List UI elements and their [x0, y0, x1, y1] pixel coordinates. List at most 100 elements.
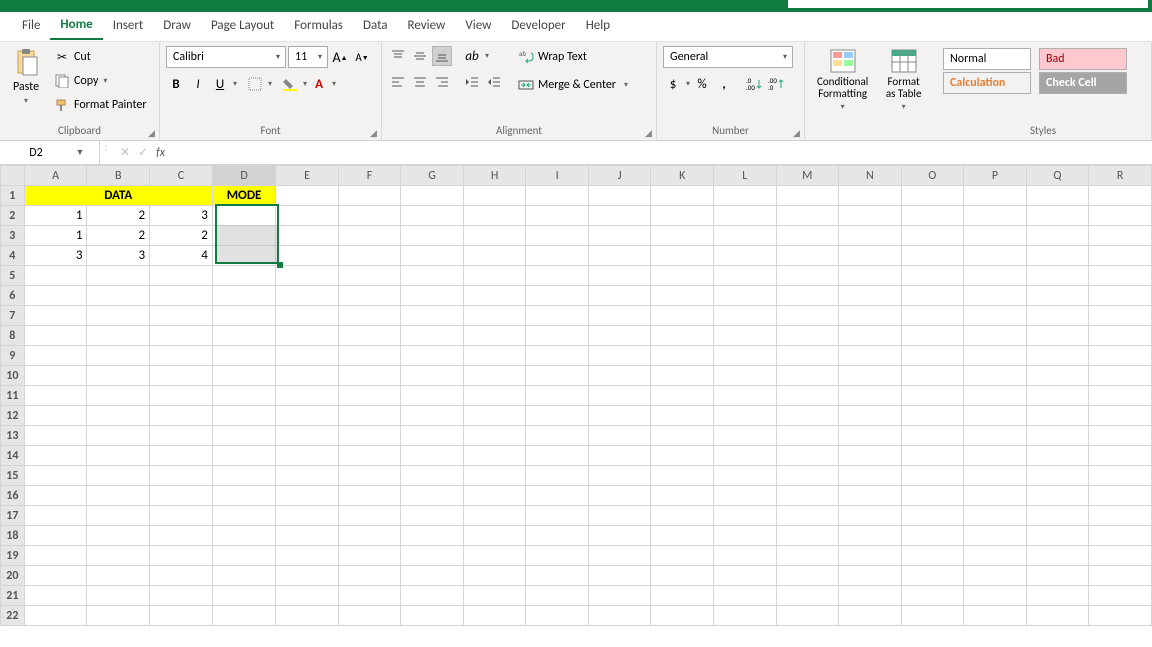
row-header-3[interactable]: 3: [1, 226, 25, 246]
cell-I10[interactable]: [526, 366, 589, 386]
col-header-C[interactable]: C: [150, 166, 213, 186]
accounting-button[interactable]: $: [663, 74, 683, 94]
cell-C12[interactable]: [150, 406, 213, 426]
name-box[interactable]: D2: [0, 146, 72, 160]
cell-D19[interactable]: [212, 546, 275, 566]
cell-C7[interactable]: [150, 306, 213, 326]
cell-O8[interactable]: [901, 326, 964, 346]
cell-N20[interactable]: [839, 566, 902, 586]
style-check-cell[interactable]: Check Cell: [1039, 72, 1127, 94]
cell-R12[interactable]: [1089, 406, 1152, 426]
cell-I17[interactable]: [526, 506, 589, 526]
cell-G18[interactable]: [401, 526, 464, 546]
cell-B18[interactable]: [87, 526, 150, 546]
col-header-G[interactable]: G: [401, 166, 464, 186]
cell-R18[interactable]: [1089, 526, 1152, 546]
cell-R16[interactable]: [1089, 486, 1152, 506]
cell-I9[interactable]: [526, 346, 589, 366]
cell-Q12[interactable]: [1026, 406, 1089, 426]
cell-J4[interactable]: [588, 246, 651, 266]
cell-R19[interactable]: [1089, 546, 1152, 566]
cell-I22[interactable]: [526, 606, 589, 626]
cell-O13[interactable]: [901, 426, 964, 446]
cell-C20[interactable]: [150, 566, 213, 586]
cell-A19[interactable]: [24, 546, 87, 566]
cell-L20[interactable]: [713, 566, 776, 586]
cell-I4[interactable]: [526, 246, 589, 266]
cell-K15[interactable]: [651, 466, 714, 486]
cell-E22[interactable]: [276, 606, 339, 626]
col-header-I[interactable]: I: [526, 166, 589, 186]
cell-E1[interactable]: [276, 186, 339, 206]
cell-F14[interactable]: [338, 446, 401, 466]
cell-N15[interactable]: [839, 466, 902, 486]
cell-D14[interactable]: [212, 446, 275, 466]
font-family-dropdown[interactable]: Calibri▾: [166, 46, 286, 68]
cell-F12[interactable]: [338, 406, 401, 426]
cell-E21[interactable]: [276, 586, 339, 606]
cell-Q4[interactable]: [1026, 246, 1089, 266]
tab-home[interactable]: Home: [50, 13, 102, 40]
cell-M8[interactable]: [776, 326, 839, 346]
cell-K18[interactable]: [651, 526, 714, 546]
cell-C5[interactable]: [150, 266, 213, 286]
cell-A15[interactable]: [24, 466, 87, 486]
cell-B6[interactable]: [87, 286, 150, 306]
cell-N4[interactable]: [839, 246, 902, 266]
cell-H9[interactable]: [463, 346, 526, 366]
cell-R14[interactable]: [1089, 446, 1152, 466]
cell-H12[interactable]: [463, 406, 526, 426]
cell-D21[interactable]: [212, 586, 275, 606]
cell-F13[interactable]: [338, 426, 401, 446]
cell-J6[interactable]: [588, 286, 651, 306]
cell-A13[interactable]: [24, 426, 87, 446]
cell-O5[interactable]: [901, 266, 964, 286]
tab-developer[interactable]: Developer: [501, 14, 575, 39]
cell-O21[interactable]: [901, 586, 964, 606]
cell-G1[interactable]: [401, 186, 464, 206]
cell-K2[interactable]: [651, 206, 714, 226]
cell-E6[interactable]: [276, 286, 339, 306]
row-header-1[interactable]: 1: [1, 186, 25, 206]
cell-Q9[interactable]: [1026, 346, 1089, 366]
tab-formulas[interactable]: Formulas: [284, 14, 353, 39]
increase-decimal-button[interactable]: .0.00: [744, 74, 764, 94]
cell-G2[interactable]: [401, 206, 464, 226]
row-header-20[interactable]: 20: [1, 566, 25, 586]
cell-Q7[interactable]: [1026, 306, 1089, 326]
cell-N11[interactable]: [839, 386, 902, 406]
decrease-decimal-button[interactable]: .00.0: [766, 74, 786, 94]
cell-L8[interactable]: [713, 326, 776, 346]
cell-R21[interactable]: [1089, 586, 1152, 606]
cell-Q1[interactable]: [1026, 186, 1089, 206]
cell-J16[interactable]: [588, 486, 651, 506]
cell-J19[interactable]: [588, 546, 651, 566]
cell-D12[interactable]: [212, 406, 275, 426]
cell-C19[interactable]: [150, 546, 213, 566]
cell-D1[interactable]: MODE: [212, 186, 275, 206]
cell-R4[interactable]: [1089, 246, 1152, 266]
cell-A11[interactable]: [24, 386, 87, 406]
align-top-button[interactable]: [388, 46, 408, 66]
col-header-R[interactable]: R: [1089, 166, 1152, 186]
cell-G16[interactable]: [401, 486, 464, 506]
cell-G13[interactable]: [401, 426, 464, 446]
cell-E9[interactable]: [276, 346, 339, 366]
cell-R9[interactable]: [1089, 346, 1152, 366]
cell-D15[interactable]: [212, 466, 275, 486]
cell-B20[interactable]: [87, 566, 150, 586]
cell-P17[interactable]: [964, 506, 1027, 526]
cell-Q5[interactable]: [1026, 266, 1089, 286]
cell-K14[interactable]: [651, 446, 714, 466]
cell-L2[interactable]: [713, 206, 776, 226]
cell-H18[interactable]: [463, 526, 526, 546]
cell-E17[interactable]: [276, 506, 339, 526]
cell-B10[interactable]: [87, 366, 150, 386]
cell-K5[interactable]: [651, 266, 714, 286]
cell-J13[interactable]: [588, 426, 651, 446]
cell-J7[interactable]: [588, 306, 651, 326]
cell-Q18[interactable]: [1026, 526, 1089, 546]
cell-P16[interactable]: [964, 486, 1027, 506]
cell-M5[interactable]: [776, 266, 839, 286]
cell-B21[interactable]: [87, 586, 150, 606]
